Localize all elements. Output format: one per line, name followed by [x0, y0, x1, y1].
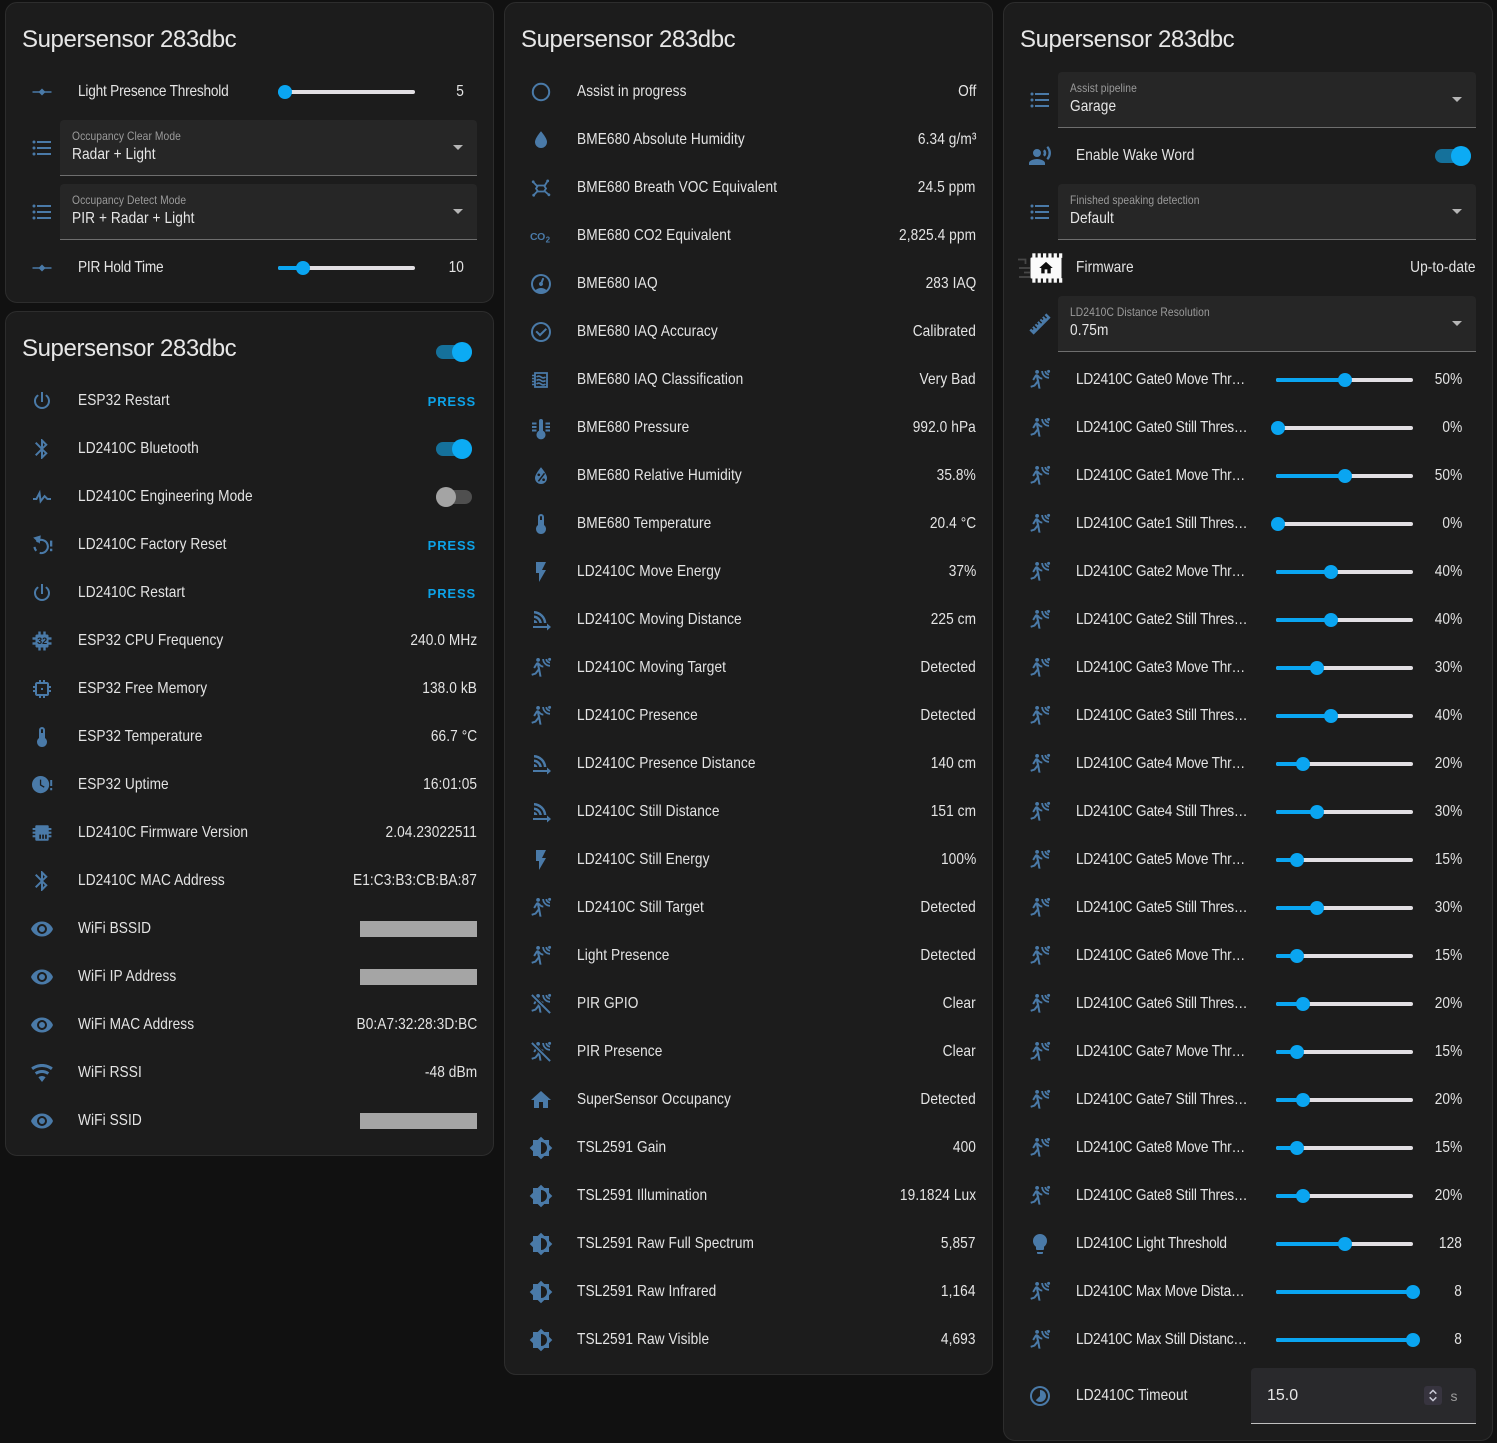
- svg-text:32: 32: [37, 636, 47, 646]
- svg-text:2: 2: [546, 235, 551, 244]
- svg-text:CO: CO: [530, 231, 545, 243]
